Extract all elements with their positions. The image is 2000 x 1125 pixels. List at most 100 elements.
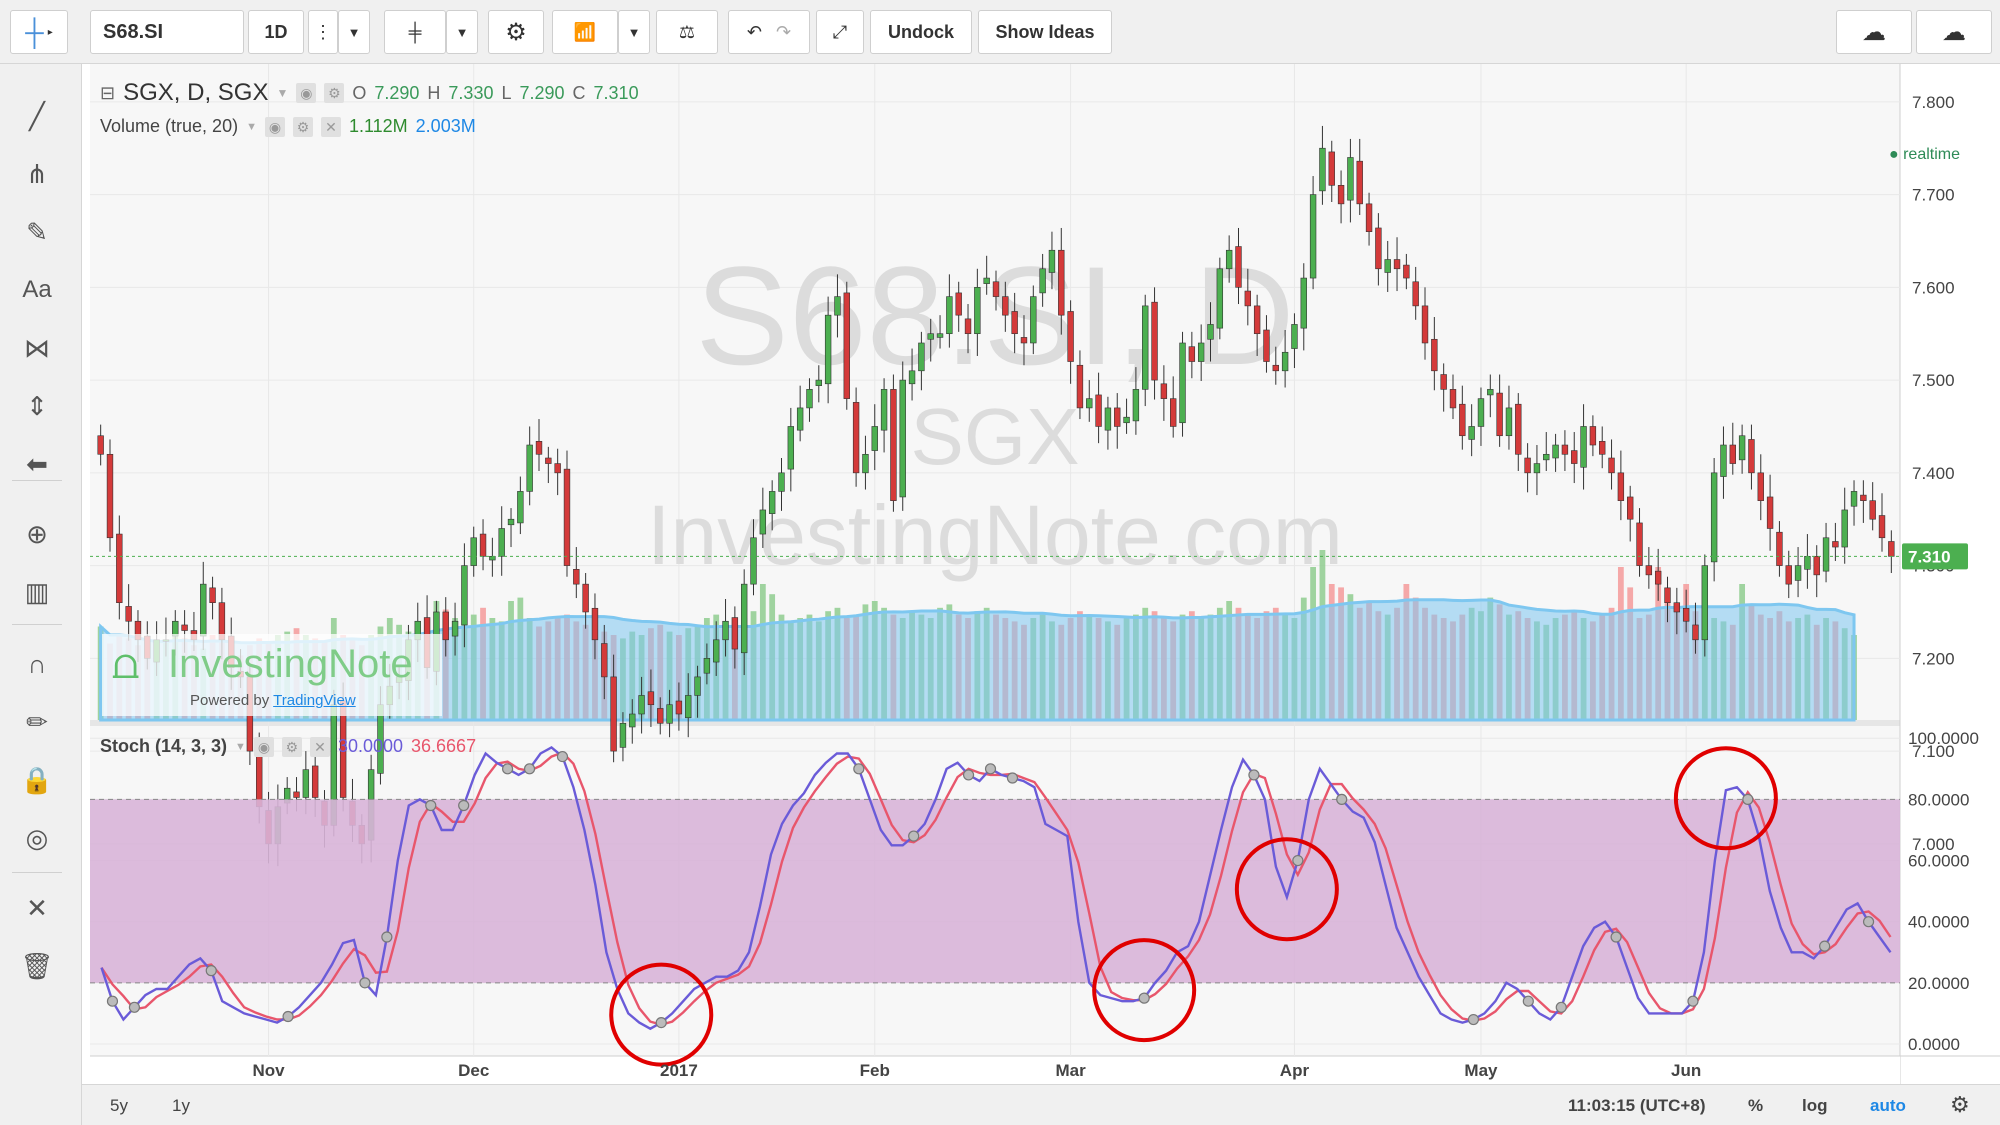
candle-body [1076,364,1084,409]
candle-body [1142,305,1149,390]
candle-body [1272,364,1279,372]
symbol-input[interactable]: S68.SI [90,10,244,54]
chart-properties-button[interactable]: ⚙ [1950,1092,1970,1118]
candle-body [1309,194,1317,279]
lock-tool[interactable]: 🔒 [8,756,66,804]
close-icon[interactable]: ✕ [309,736,330,757]
save-chart-button[interactable]: ☁ [1916,10,1992,54]
gear-icon[interactable]: ⚙ [281,736,302,757]
candle-body [1692,624,1699,641]
caret-down-icon[interactable]: ▼ [235,741,246,753]
crossover-marker [1292,854,1304,867]
chart-type-button[interactable]: ╪ [384,10,446,54]
gear-icon[interactable]: ⚙ [324,83,345,103]
candle-body [908,370,916,385]
candle-body [1738,435,1746,461]
crosshair-tool-button[interactable]: ┼ ▸ [10,10,68,54]
candle-body [1757,472,1764,501]
candle-body [1449,389,1457,409]
candle-body [1524,457,1531,474]
tools-settings[interactable]: ✕ [8,884,66,932]
hide-drawings-tool[interactable]: ◎ [8,814,66,862]
cloud-download-icon: ☁ [1862,18,1886,46]
time-axis-background[interactable] [90,1056,1900,1084]
candle-body [964,318,972,335]
interval-dropdown-button[interactable]: ▼ [338,10,370,54]
candle-body [489,556,496,561]
more-menu-button[interactable]: ⋮ [308,10,338,54]
candle-body [1179,342,1186,424]
pattern-tool[interactable]: ⋈ [8,324,66,372]
gear-icon[interactable]: ⚙ [292,116,313,137]
bar-measure-tool[interactable]: ▥ [8,568,66,616]
trend-line-tool[interactable]: ╱ [8,92,66,140]
stoch-title[interactable]: Stoch (14, 3, 3) [100,736,227,757]
close-icon[interactable]: ✕ [320,116,341,137]
arrow-left-icon: ⬅ [26,448,48,479]
redo-icon[interactable]: ↷ [776,22,791,43]
candle-body [1804,556,1811,570]
candle-body [1188,346,1196,362]
eye-icon[interactable]: ◉ [264,116,285,137]
series-title[interactable]: SGX, D, SGX [123,79,268,107]
logo-text: InvestingNote [168,642,413,686]
time-tick-label: 2017 [660,1061,698,1080]
price-tick-label: 7.200 [1912,649,1955,668]
zoom-in-icon: ⊕ [26,518,48,549]
zoom-tool[interactable]: ⊕ [8,510,66,558]
eye-icon[interactable]: ◉ [253,736,274,757]
candle-body [535,441,543,455]
show-ideas-button[interactable]: Show Ideas [978,10,1112,54]
collapse-icon[interactable]: ⊟ [100,83,115,104]
brush-tool[interactable]: ✎ [8,208,66,256]
pitchfork-tool[interactable]: ⋔ [8,150,66,198]
candle-body [1291,324,1298,349]
chart-canvas[interactable]: S68.SI, D SGX InvestingNote.com 7.8007.7… [90,64,2000,1084]
stay-drawing-tool[interactable]: ✏ [8,698,66,746]
chart-type-dropdown-button[interactable]: ▼ [446,10,478,54]
indicators-dropdown-button[interactable]: ▼ [618,10,650,54]
candle-body [1841,509,1848,548]
range-1y-button[interactable]: 1y [172,1096,190,1116]
chart-area[interactable]: S68.SI, D SGX InvestingNote.com 7.800 7.7… [90,64,2000,1084]
magnet-tool[interactable]: ∩ [8,640,66,688]
caret-down-icon: ▼ [347,24,361,40]
eye-icon[interactable]: ◉ [296,83,317,103]
settings-button[interactable]: ⚙ [488,10,544,54]
compare-button[interactable]: ⚖ [656,10,718,54]
candle-body [1347,157,1354,201]
volume-title[interactable]: Volume (true, 20) [100,116,238,137]
candle-body [740,583,748,654]
crossover-marker [106,995,119,1007]
percent-scale-button[interactable]: % [1748,1096,1763,1116]
crossover-marker [1336,793,1348,805]
interval-button[interactable]: 1D [248,10,304,54]
candle-body [1384,259,1391,273]
candle-body [1114,407,1121,427]
undock-button[interactable]: Undock [870,10,972,54]
range-5y-button[interactable]: 5y [110,1096,128,1116]
delete-drawings-tool[interactable]: 🗑 [8,942,66,990]
crossover-marker [205,965,217,977]
caret-down-icon[interactable]: ▼ [246,121,257,133]
candle-body [1328,151,1335,186]
crossover-marker [1819,940,1831,952]
log-scale-button[interactable]: log [1802,1096,1828,1116]
undo-icon[interactable]: ↶ [747,22,762,43]
text-icon: Aa [22,276,52,303]
load-chart-button[interactable]: ☁ [1836,10,1912,54]
candle-body [470,537,477,566]
measure-tool[interactable]: ⇕ [8,382,66,430]
candle-body [125,606,132,622]
candle-body [573,569,580,585]
indicators-button[interactable]: 📶 [552,10,618,54]
caret-down-icon[interactable]: ▼ [276,86,288,100]
auto-scale-button[interactable]: auto [1870,1096,1906,1116]
crossover-marker [1522,995,1534,1007]
tradingview-link[interactable]: TradingView [273,692,356,709]
text-tool[interactable]: Aa [8,266,66,314]
fullscreen-button[interactable]: ⤢ [816,10,864,54]
candle-body [1244,290,1252,307]
candle-body [1878,515,1886,539]
stoch-tick-label: 0.0000 [1908,1035,1960,1054]
